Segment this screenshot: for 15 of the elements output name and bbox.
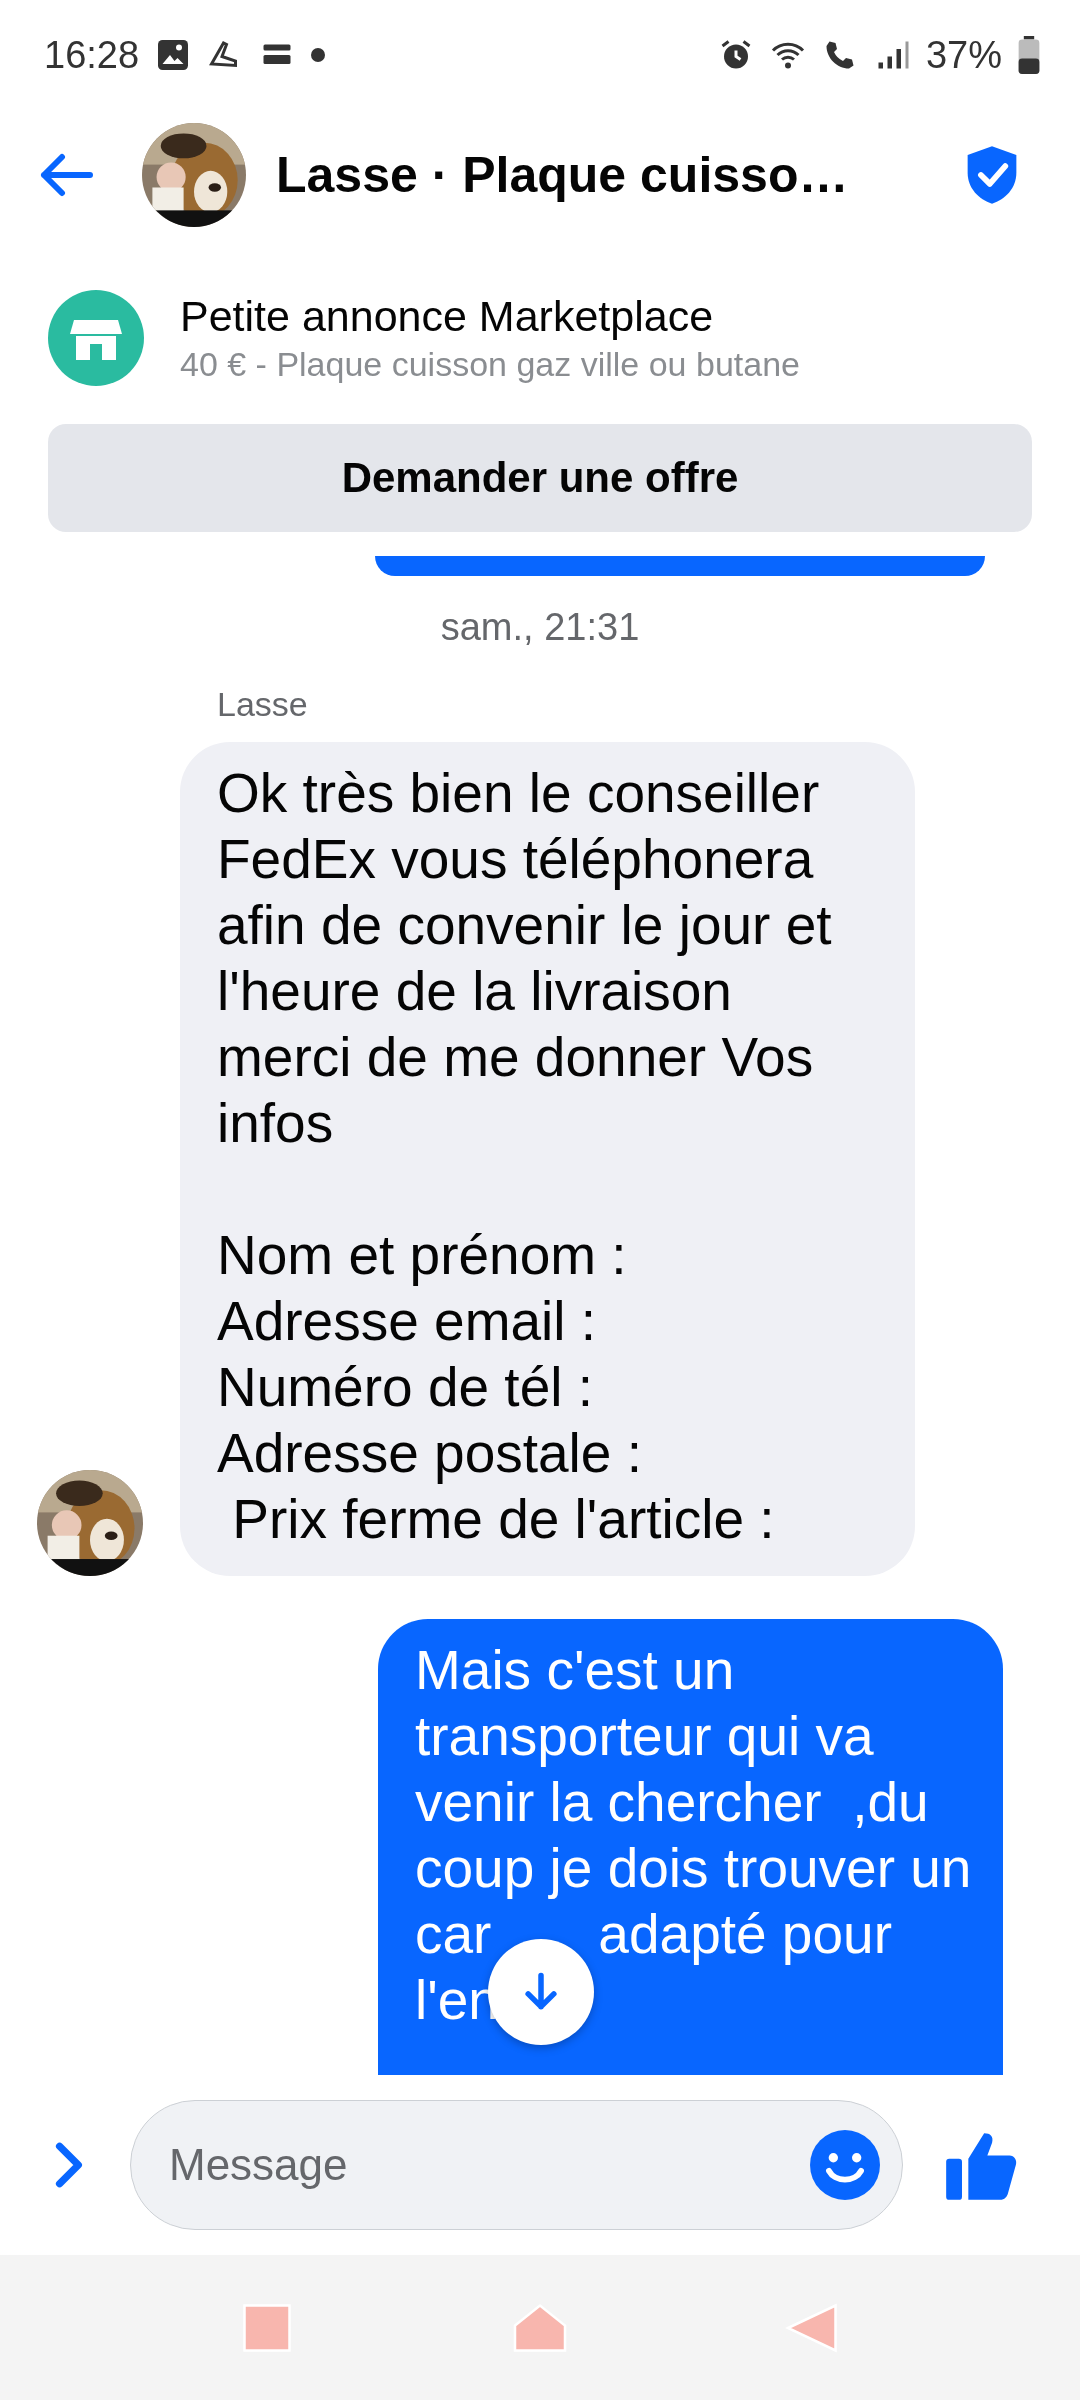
smiley-icon[interactable] bbox=[810, 2130, 880, 2200]
message-field[interactable]: Message bbox=[130, 2100, 903, 2230]
store-icon bbox=[48, 290, 144, 386]
status-time: 16:28 bbox=[44, 33, 140, 77]
back-icon[interactable] bbox=[38, 153, 94, 197]
offer-button[interactable]: Demander une offre bbox=[48, 424, 1032, 532]
battery-level: 37% bbox=[925, 33, 1002, 77]
dot-icon bbox=[311, 48, 326, 62]
listing-title: Petite annonce Marketplace bbox=[180, 292, 715, 341]
battery-icon bbox=[1018, 36, 1040, 74]
message-bubble: Ok très bien le conseiller FedEx vous téléphonera afin de convenir le jour et l'heure de la livraison merci de me donner Vos infos Nom et prénom : Adresse email : Numéro de tél : Adresse postale : Prix ferme de l'article : bbox=[180, 742, 915, 1576]
chat-title: Lasse · Plaque cuisso… bbox=[276, 146, 850, 204]
listing-subtitle: 40 € - Plaque cuisson gaz ville ou butane bbox=[180, 345, 800, 384]
timestamp: sam., 21:31 bbox=[439, 606, 641, 649]
sender-name: Lasse bbox=[217, 685, 309, 724]
